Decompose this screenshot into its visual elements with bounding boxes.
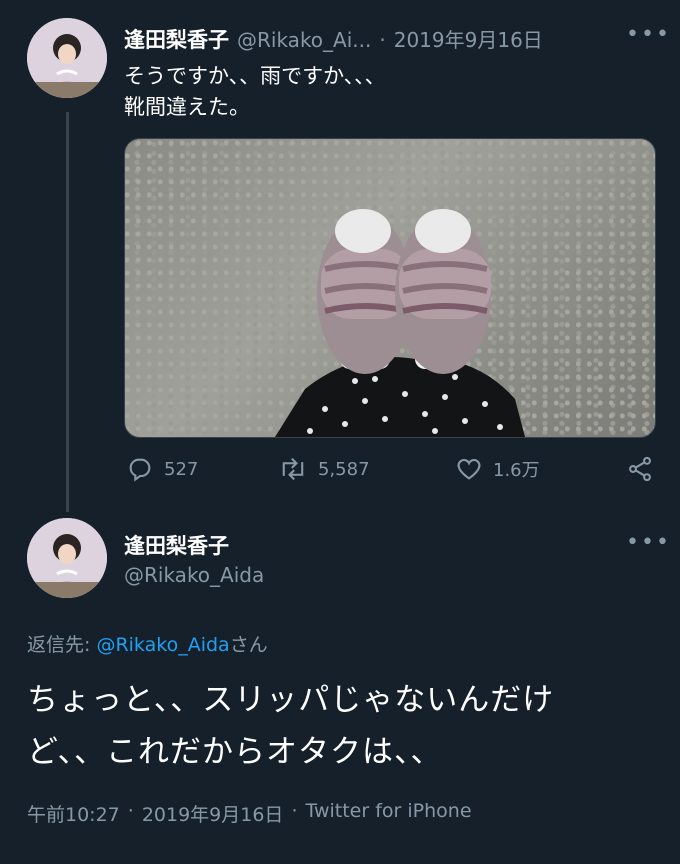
reply-prefix: 返信先: (27, 634, 97, 656)
replying-to: 返信先: @Rikako_Aidaさん (27, 630, 268, 657)
reply-target-link[interactable]: @Rikako_Aida (96, 634, 229, 656)
author-name[interactable]: 逢田梨香子 (124, 24, 229, 54)
author-handle[interactable]: @Rikako_Aida (124, 563, 264, 587)
tweet-photo[interactable] (124, 138, 656, 438)
tweet-text-line: 靴間違えた。 (124, 95, 250, 119)
reply-button[interactable]: 527 (126, 455, 198, 483)
tweet-time[interactable]: 午前10:27 (27, 800, 120, 827)
tweet-source[interactable]: Twitter for iPhone (305, 800, 471, 827)
tweet-meta: 午前10:27 · 2019年9月16日 · Twitter for iPhon… (27, 800, 472, 827)
more-options-icon[interactable]: ••• (626, 22, 671, 47)
tweet-text-line: ど、、これだからオタクは、、 (27, 734, 443, 770)
author-handle[interactable]: @Rikako_Ai... (237, 28, 371, 52)
header-separator: · (379, 28, 386, 52)
tweet-text: そうですか、、雨ですか、、、 靴間違えた。 (124, 61, 386, 123)
tweet-text-line: ちょっと、、スリッパじゃないんだけ (27, 682, 555, 718)
retweet-icon (278, 455, 308, 483)
retweet-count: 5,587 (318, 458, 370, 480)
tweet-text: ちょっと、、スリッパじゃないんだけ ど、、これだからオタクは、、 (27, 674, 554, 778)
thread-line (66, 112, 69, 512)
meta-separator: · (127, 800, 134, 822)
avatar-image (27, 18, 107, 98)
share-icon (626, 455, 654, 483)
retweet-button[interactable]: 5,587 (278, 455, 370, 483)
like-count: 1.6万 (493, 460, 540, 481)
slippers-photo (275, 209, 525, 437)
tweet-header: 逢田梨香子 @Rikako_Ai... · 2019年9月16日 (124, 24, 604, 54)
reply-count: 527 (164, 458, 199, 480)
more-options-icon[interactable]: ••• (626, 530, 671, 555)
tweet-date[interactable]: 2019年9月16日 (142, 800, 284, 827)
avatar[interactable] (27, 18, 107, 98)
author-name[interactable]: 逢田梨香子 (124, 530, 229, 560)
heart-icon (455, 455, 483, 483)
tweet-text-line: そうですか、、雨ですか、、、 (124, 64, 386, 88)
avatar[interactable] (27, 518, 107, 598)
meta-separator: · (291, 800, 298, 822)
reply-icon (126, 455, 154, 483)
avatar-image (27, 518, 107, 598)
share-button[interactable] (626, 455, 654, 483)
tweet-date[interactable]: 2019年9月16日 (394, 24, 543, 53)
reply-suffix: さん (229, 634, 268, 656)
like-button[interactable]: 1.6万 (455, 455, 540, 483)
